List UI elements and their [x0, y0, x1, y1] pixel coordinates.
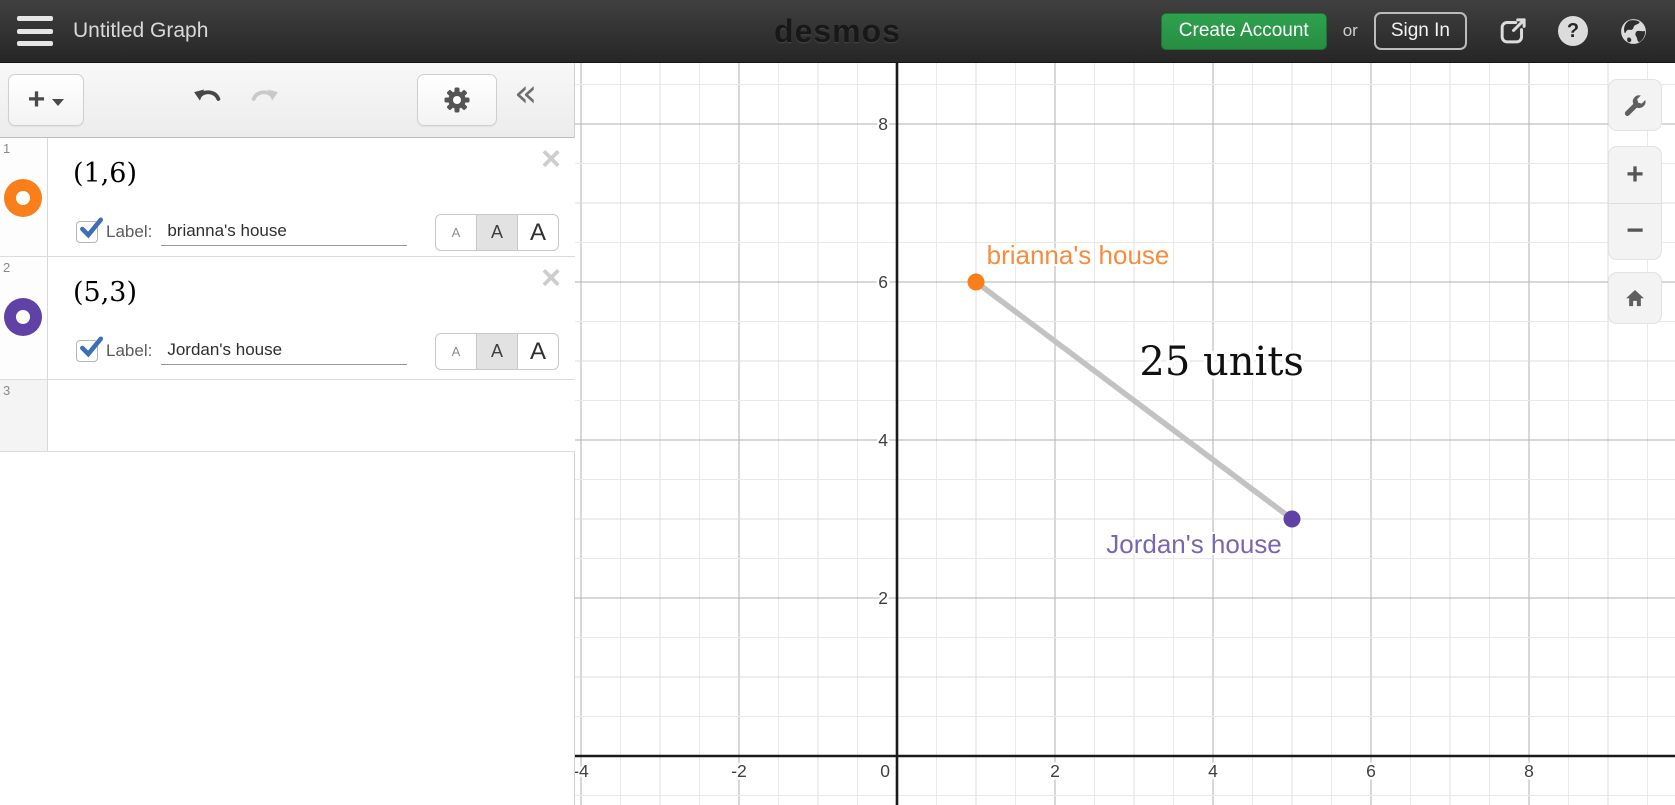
x-tick-label: 8	[1524, 761, 1534, 781]
wrench-icon	[1624, 95, 1646, 116]
zoom-out-button[interactable]: −	[1609, 204, 1661, 260]
undo-icon[interactable]	[192, 85, 230, 118]
expression-gutter[interactable]: 1	[0, 138, 48, 256]
label-size-small-button[interactable]: A	[436, 215, 476, 250]
default-viewport-button[interactable]	[1608, 272, 1662, 324]
x-tick-label: -2	[731, 761, 747, 781]
y-tick-label: 4	[878, 430, 888, 450]
expressions-toolbar: + «	[0, 63, 574, 138]
zoom-controls: + −	[1608, 146, 1662, 260]
expression-latex[interactable]: (5,3)	[73, 277, 137, 308]
label-caption: Label:	[106, 222, 153, 241]
check-icon	[80, 217, 104, 239]
desmos-app: -4 -2 0 2 4 6 8 2 4 6 8 25 units brianna's house Jord…	[0, 0, 1675, 805]
expressions-panel: + « 1 (1,6) × Label: brianna's house A A…	[0, 63, 575, 805]
graph-paper[interactable]: -4 -2 0 2 4 6 8 2 4 6 8 25 units brianna's house Jord…	[571, 63, 1675, 805]
chevron-down-icon	[52, 98, 65, 106]
label-caption: Label:	[106, 341, 153, 360]
x-tick-label: 6	[1366, 761, 1376, 781]
graph-settings-button[interactable]	[1608, 79, 1662, 131]
x-tick-label: 0	[880, 761, 890, 781]
delete-expression-icon[interactable]: ×	[541, 261, 561, 295]
expression-latex[interactable]: (1,6)	[73, 158, 137, 189]
x-tick-label: 4	[1208, 761, 1218, 781]
annotation-label: 25 units	[1139, 339, 1304, 385]
point-label: Jordan's house	[1106, 529, 1282, 559]
label-size-selector: A A A	[435, 333, 559, 370]
top-bar: Untitled Graph desmos Create Account or …	[0, 0, 1675, 63]
label-input[interactable]	[161, 218, 408, 246]
create-account-button[interactable]: Create Account	[1160, 12, 1327, 50]
graph-point[interactable]	[967, 273, 985, 291]
y-tick-label: 6	[878, 272, 888, 292]
label-size-selector: A A A	[435, 214, 559, 251]
zoom-in-button[interactable]: +	[1609, 147, 1661, 204]
expression-row: 2 (5,3) × Label: A A A	[0, 257, 575, 380]
point-label: brianna's house	[987, 240, 1170, 270]
plus-icon: +	[27, 83, 46, 116]
expression-gutter[interactable]: 2	[0, 257, 48, 379]
label-size-small-button[interactable]: A	[436, 334, 476, 369]
label-size-medium-button[interactable]: A	[476, 215, 517, 250]
label-checkbox[interactable]	[76, 336, 104, 362]
share-icon[interactable]	[1497, 16, 1528, 47]
x-tick-label: -4	[575, 761, 589, 781]
delete-expression-icon[interactable]: ×	[541, 142, 561, 176]
gear-icon	[444, 87, 470, 113]
help-icon[interactable]: ?	[1558, 16, 1588, 46]
expression-gutter: 3	[0, 380, 48, 451]
label-size-large-button[interactable]: A	[517, 215, 558, 250]
expression-row: 1 (1,6) × Label: A A A	[0, 138, 575, 257]
add-expression-button[interactable]: +	[8, 74, 84, 126]
graph-point[interactable]	[1283, 510, 1301, 528]
label-input[interactable]	[161, 337, 408, 365]
or-label: or	[1342, 21, 1358, 40]
label-size-large-button[interactable]: A	[517, 334, 558, 369]
y-tick-label: 2	[878, 588, 888, 608]
label-size-medium-button[interactable]: A	[476, 334, 517, 369]
check-icon	[80, 336, 104, 358]
y-tick-label: 8	[878, 114, 888, 134]
home-icon	[1626, 289, 1644, 307]
graph-title[interactable]: Untitled Graph	[73, 19, 208, 43]
label-checkbox[interactable]	[76, 217, 104, 243]
expression-row-empty[interactable]: 3	[0, 380, 575, 452]
point-style-icon[interactable]	[4, 179, 42, 217]
language-globe-icon[interactable]	[1618, 16, 1649, 47]
x-tick-label: 2	[1050, 761, 1060, 781]
row-number: 1	[3, 141, 11, 156]
settings-gear-button[interactable]	[417, 74, 497, 126]
redo-icon[interactable]	[242, 85, 280, 118]
graph-canvas[interactable]: -4 -2 0 2 4 6 8 2 4 6 8 25 units brianna's house Jord…	[571, 63, 1675, 805]
point-style-icon[interactable]	[4, 298, 42, 336]
row-number: 3	[3, 383, 11, 398]
collapse-panel-icon[interactable]: «	[514, 71, 537, 115]
main-menu-icon[interactable]	[17, 16, 53, 46]
sign-in-button[interactable]: Sign In	[1373, 12, 1467, 50]
row-number: 2	[3, 260, 11, 275]
